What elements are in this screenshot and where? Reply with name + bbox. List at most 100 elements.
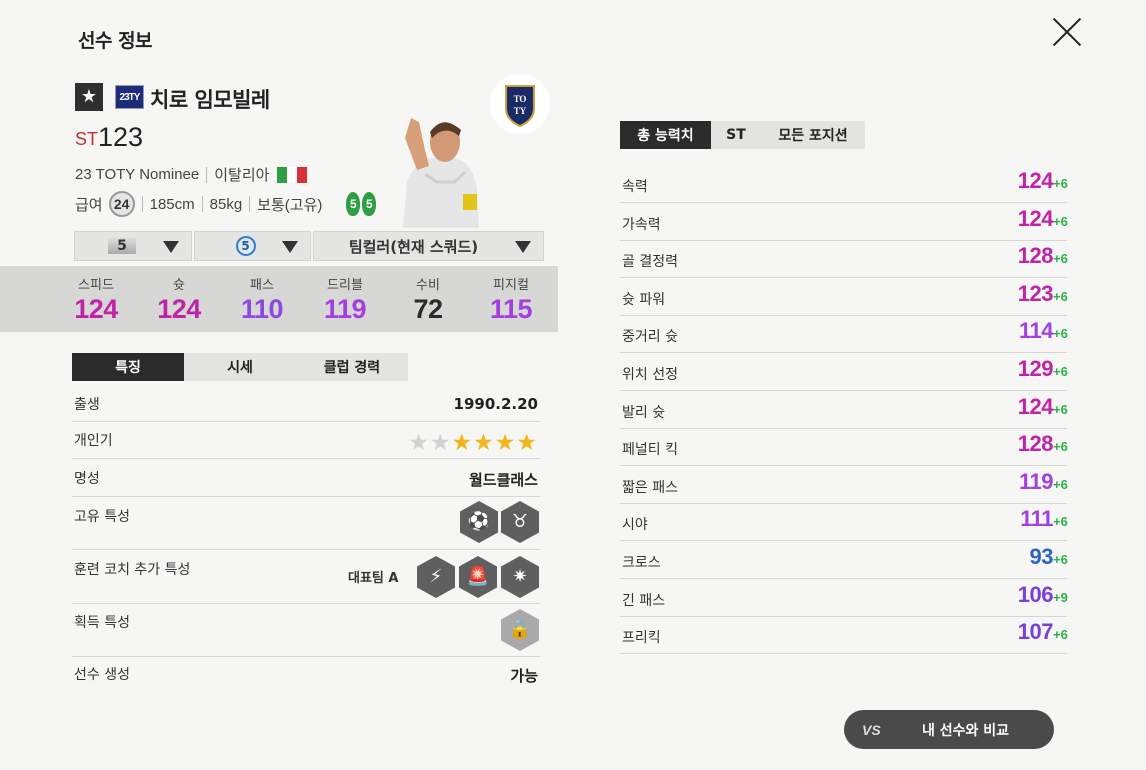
level-value: 5 bbox=[235, 236, 256, 256]
tab-club-career[interactable]: 클럽 경력 bbox=[296, 353, 408, 381]
detail-stat-value: 111 bbox=[1020, 506, 1053, 532]
summary-stat: 드리블 119 bbox=[305, 274, 385, 325]
detail-stat-value: 124 bbox=[1017, 205, 1054, 231]
lock-icon[interactable]: 🔒 bbox=[501, 609, 539, 651]
detail-stat-label: 위치 선정 bbox=[622, 367, 678, 383]
weight: 85kg bbox=[209, 195, 243, 213]
tab-st[interactable]: ST bbox=[711, 121, 761, 149]
star-icon: ★ bbox=[429, 430, 452, 456]
detail-stat-row: 중거리 슛 114 +6 bbox=[620, 316, 1068, 354]
tab-total-stats[interactable]: 총 능력치 bbox=[620, 121, 711, 149]
detail-stat-value: 114 bbox=[1019, 318, 1054, 344]
detail-stat-bonus: +6 bbox=[1053, 476, 1068, 492]
detail-stat-row: 프리킥 107 +6 bbox=[620, 617, 1068, 655]
reputation-value: 월드클래스 bbox=[468, 471, 538, 489]
star-icon: ★ bbox=[494, 430, 517, 456]
summary-stat: 패스 110 bbox=[222, 274, 302, 325]
creation-value: 가능 bbox=[510, 667, 538, 685]
detail-stat-row: 페널티 킥 128 +6 bbox=[620, 429, 1068, 467]
detail-stat-value: 124 bbox=[1017, 168, 1054, 193]
star-icon: ★ bbox=[516, 430, 538, 456]
reputation-label: 명성 bbox=[74, 471, 100, 487]
reputation-row: 명성 월드클래스 bbox=[72, 459, 540, 497]
season-name: 23 TOTY Nominee bbox=[75, 166, 200, 183]
detail-stat-value: 128 bbox=[1017, 243, 1054, 269]
detail-stat-bonus: +6 bbox=[1053, 176, 1068, 191]
detail-stat-bonus: +6 bbox=[1053, 326, 1068, 342]
grade-dropdown[interactable]: 5 bbox=[74, 231, 192, 261]
flag-stripe-red bbox=[297, 166, 308, 183]
level-dropdown[interactable]: 5 bbox=[194, 231, 311, 261]
coach-trait-row: 훈련 코치 추가 특성 ⚡ 🚨 ✷ bbox=[72, 550, 540, 604]
summary-stat-value: 110 bbox=[240, 294, 284, 324]
star-icon: ★ bbox=[451, 430, 474, 456]
birth-label: 출생 bbox=[74, 397, 100, 413]
bull-trait-icon[interactable]: ♉ bbox=[501, 501, 539, 543]
detail-stat-row: 시야 111 +6 bbox=[620, 504, 1068, 542]
star-icon: ★ bbox=[473, 430, 495, 456]
season-badge: 23TY bbox=[115, 85, 144, 109]
page-title: 선수 정보 bbox=[78, 30, 153, 52]
grade-value: 5 bbox=[108, 238, 136, 254]
chevron-down-icon bbox=[163, 241, 179, 253]
detail-stat-label: 슛 파워 bbox=[622, 291, 666, 308]
flag-stripe-green bbox=[277, 166, 288, 183]
detail-stat-bonus: +6 bbox=[1053, 401, 1068, 417]
detail-stat-bonus: +6 bbox=[1053, 439, 1068, 455]
chevron-down-icon bbox=[515, 241, 531, 253]
detail-stat-label: 속력 bbox=[622, 179, 648, 195]
team-color-dropdown[interactable]: 팀컬러(현재 스쿼드) bbox=[313, 231, 544, 261]
summary-stat: 슛 124 bbox=[139, 274, 219, 325]
summary-stat-value: 72 bbox=[413, 294, 443, 324]
alarm-trait-icon[interactable]: 🚨 bbox=[459, 556, 497, 598]
svg-text:TO: TO bbox=[514, 94, 527, 104]
summary-stat-label: 패스 bbox=[250, 278, 274, 293]
tab-all-positions[interactable]: 모든 포지션 bbox=[761, 121, 865, 149]
detail-stat-value: 93 bbox=[1029, 544, 1054, 569]
right-foot-icon: 5 bbox=[362, 192, 377, 216]
player-ovr: 123 bbox=[98, 122, 144, 152]
flag-stripe-white bbox=[287, 166, 298, 183]
detail-stat-value: 123 bbox=[1017, 280, 1054, 306]
star-trait-icon[interactable]: ✷ bbox=[501, 556, 539, 598]
stat-tabs: 총 능력치 ST 모든 포지션 bbox=[620, 121, 865, 149]
summary-stat: 스피드 124 bbox=[56, 274, 136, 325]
player-info-line2: 급여 24 185cm 85kg 보통(고유) 5 5 bbox=[75, 191, 377, 217]
svg-text:TY: TY bbox=[514, 106, 527, 116]
detail-stat-label: 시야 bbox=[622, 517, 648, 534]
club-crest-icon: TO TY bbox=[490, 74, 550, 134]
divider bbox=[206, 166, 208, 183]
popularity-row: 개인기 ★★★★★★ bbox=[72, 422, 540, 459]
finesse-shot-trait-icon[interactable]: ⚽ bbox=[460, 501, 498, 543]
detail-stat-value: 106 bbox=[1017, 581, 1054, 607]
divider bbox=[249, 196, 251, 212]
dribble-trait-icon[interactable]: ⚡ bbox=[417, 556, 455, 598]
detail-stat-bonus: +6 bbox=[1053, 288, 1068, 304]
detail-stat-label: 발리 슛 bbox=[622, 404, 666, 421]
team-color-value: 팀컬러(현재 스쿼드) bbox=[348, 237, 479, 256]
detail-stat-row: 골 결정력 128 +6 bbox=[620, 241, 1068, 279]
pay-value: 24 bbox=[108, 191, 135, 217]
detail-stat-value: 124 bbox=[1017, 393, 1054, 419]
compare-button-label: 내 선수와 비교 bbox=[922, 722, 1010, 739]
acquired-trait-label: 획득 특성 bbox=[74, 615, 130, 631]
detail-stat-label: 긴 패스 bbox=[622, 592, 666, 609]
detail-stat-row: 짧은 패스 119 +6 bbox=[620, 467, 1068, 504]
close-icon[interactable] bbox=[1050, 15, 1084, 49]
detail-stat-bonus: +9 bbox=[1053, 589, 1068, 605]
tab-price[interactable]: 시세 bbox=[184, 353, 296, 381]
detail-stat-bonus: +6 bbox=[1053, 627, 1068, 643]
summary-stat-value: 115 bbox=[489, 294, 533, 324]
info-tabs: 특징 시세 클럽 경력 bbox=[72, 353, 408, 381]
tab-traits[interactable]: 특징 bbox=[72, 353, 184, 381]
summary-stat: 피지컬 115 bbox=[471, 274, 551, 325]
unique-trait-label: 고유 특성 bbox=[74, 509, 130, 525]
chevron-down-icon bbox=[282, 241, 298, 253]
creation-row: 선수 생성 가능 bbox=[72, 657, 540, 691]
compare-button[interactable]: VS 내 선수와 비교 bbox=[844, 710, 1054, 749]
detail-stat-row: 가속력 124 +6 bbox=[620, 204, 1068, 241]
summary-stat-value: 119 bbox=[323, 294, 367, 324]
summary-stat-value: 124 bbox=[74, 294, 118, 324]
vs-icon: VS bbox=[862, 721, 881, 738]
favorite-star-icon[interactable]: ★ bbox=[75, 83, 103, 111]
